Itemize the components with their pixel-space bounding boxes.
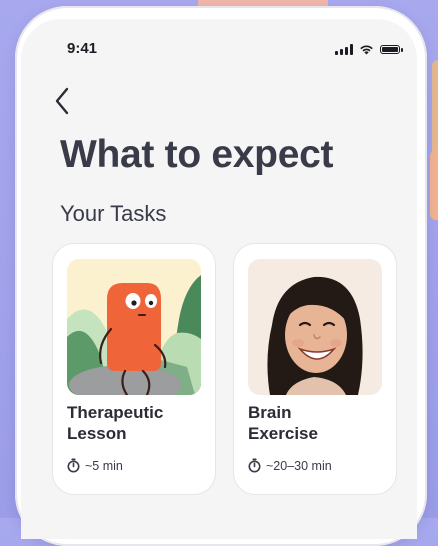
status-icons: [335, 44, 403, 55]
section-title: Your Tasks: [60, 201, 167, 226]
task-duration-text: ~20–30 min: [266, 458, 332, 473]
task-title: Brain Exercise: [248, 402, 388, 444]
task-duration: ~5 min: [67, 458, 123, 473]
brain-exercise-photo: [248, 259, 382, 395]
task-title-line1: Therapeutic: [67, 403, 164, 422]
task-title: Therapeutic Lesson: [67, 402, 207, 444]
therapeutic-lesson-illustration: [67, 259, 201, 395]
background-shape: [432, 60, 438, 160]
task-title-line2: Exercise: [248, 424, 318, 443]
battery-icon: [380, 45, 403, 54]
cellular-signal-icon: [335, 44, 353, 55]
back-button[interactable]: [54, 86, 84, 116]
status-time: 9:41: [67, 40, 98, 57]
task-title-line2: Lesson: [67, 424, 127, 443]
timer-icon: [67, 458, 80, 473]
task-title-line1: Brain: [248, 403, 292, 422]
task-card-brain-exercise[interactable]: Brain Exercise ~20–30 min: [233, 243, 397, 495]
wifi-icon: [360, 45, 373, 55]
timer-icon: [248, 458, 261, 473]
page-title: What to expect: [60, 133, 334, 176]
task-duration-text: ~5 min: [85, 458, 123, 473]
task-card-therapeutic-lesson[interactable]: Therapeutic Lesson ~5 min: [52, 243, 216, 495]
chevron-left-icon: [55, 87, 69, 115]
background-shape: [430, 150, 438, 220]
task-duration: ~20–30 min: [248, 458, 332, 473]
